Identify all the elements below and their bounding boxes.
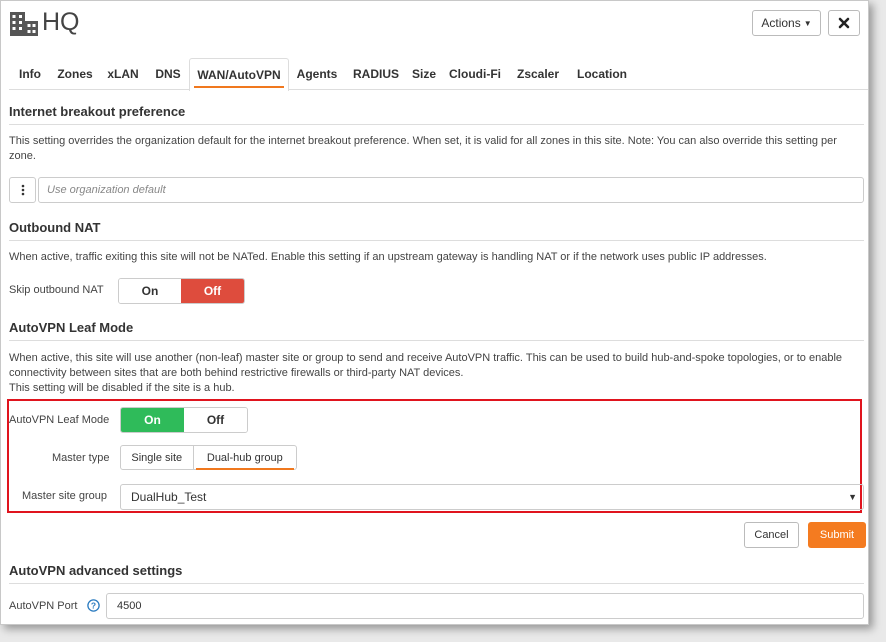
actions-label: Actions <box>761 16 801 30</box>
site-settings-dialog: HQ Actions ▼ Info Zones xLAN DNS WAN/Aut… <box>0 0 869 625</box>
leaf-on-option[interactable]: On <box>121 408 184 432</box>
outbound-nat-heading: Outbound NAT <box>9 220 864 241</box>
tab-size[interactable]: Size <box>407 58 441 90</box>
nat-off-option[interactable]: Off <box>181 279 244 303</box>
advanced-settings-heading: AutoVPN advanced settings <box>9 563 864 584</box>
close-icon <box>838 17 850 29</box>
menu-handle-button[interactable] <box>9 177 36 203</box>
cancel-button[interactable]: Cancel <box>744 522 799 548</box>
nat-on-option[interactable]: On <box>119 279 182 303</box>
master-site-group-label: Master site group <box>22 490 107 502</box>
skip-outbound-nat-label: Skip outbound NAT <box>9 284 104 296</box>
tab-bar: Info Zones xLAN DNS WAN/AutoVPN Agents R… <box>9 58 868 91</box>
leaf-mode-toggle: On Off <box>120 407 248 433</box>
tab-xlan[interactable]: xLAN <box>99 58 147 90</box>
tab-radius[interactable]: RADIUS <box>345 58 407 90</box>
dialog-header: HQ Actions ▼ <box>9 7 860 41</box>
tab-agents[interactable]: Agents <box>291 58 343 90</box>
leaf-mode-label: AutoVPN Leaf Mode <box>9 414 110 426</box>
outbound-nat-description: When active, traffic exiting this site w… <box>9 251 767 263</box>
leaf-mode-hub-note: This setting will be disabled if the sit… <box>9 382 235 394</box>
leaf-mode-description: When active, this site will use another … <box>9 352 843 379</box>
dual-hub-group-option[interactable]: Dual-hub group <box>192 446 296 470</box>
caret-down-icon: ▼ <box>848 492 857 502</box>
close-button[interactable] <box>828 10 860 36</box>
actions-button[interactable]: Actions ▼ <box>752 10 821 36</box>
master-site-group-select[interactable]: DualHub_Test ▼ <box>120 484 864 510</box>
tab-wan-autovpn[interactable]: WAN/AutoVPN <box>189 58 289 91</box>
autovpn-port-input[interactable]: 4500 <box>106 593 864 619</box>
internet-breakout-selector: Use organization default <box>9 177 864 203</box>
single-site-option[interactable]: Single site <box>121 446 193 469</box>
tab-dns[interactable]: DNS <box>147 58 189 90</box>
master-site-group-value: DualHub_Test <box>131 490 207 504</box>
internet-breakout-heading: Internet breakout preference <box>9 104 864 125</box>
building-icon <box>10 12 38 36</box>
svg-text:?: ? <box>91 601 96 611</box>
autovpn-port-label: AutoVPN Port <box>9 600 78 612</box>
internet-breakout-description: This setting overrides the organization … <box>9 135 837 162</box>
master-type-selector: Single site Dual-hub group <box>120 445 297 470</box>
tab-zscaler[interactable]: Zscaler <box>511 58 565 90</box>
tab-zones[interactable]: Zones <box>51 58 99 90</box>
help-icon[interactable]: ? <box>87 599 100 612</box>
leaf-mode-heading: AutoVPN Leaf Mode <box>9 320 864 341</box>
tab-location[interactable]: Location <box>571 58 633 90</box>
skip-outbound-nat-toggle: On Off <box>118 278 245 304</box>
page-title: HQ <box>42 8 80 36</box>
leaf-off-option[interactable]: Off <box>184 408 247 432</box>
tab-info[interactable]: Info <box>9 58 51 90</box>
caret-down-icon: ▼ <box>803 18 812 28</box>
submit-button[interactable]: Submit <box>808 522 866 548</box>
tab-cloudi-fi[interactable]: Cloudi-Fi <box>445 58 505 90</box>
internet-breakout-input[interactable]: Use organization default <box>38 177 864 203</box>
vertical-dots-icon <box>21 184 24 196</box>
master-type-label: Master type <box>52 452 110 464</box>
